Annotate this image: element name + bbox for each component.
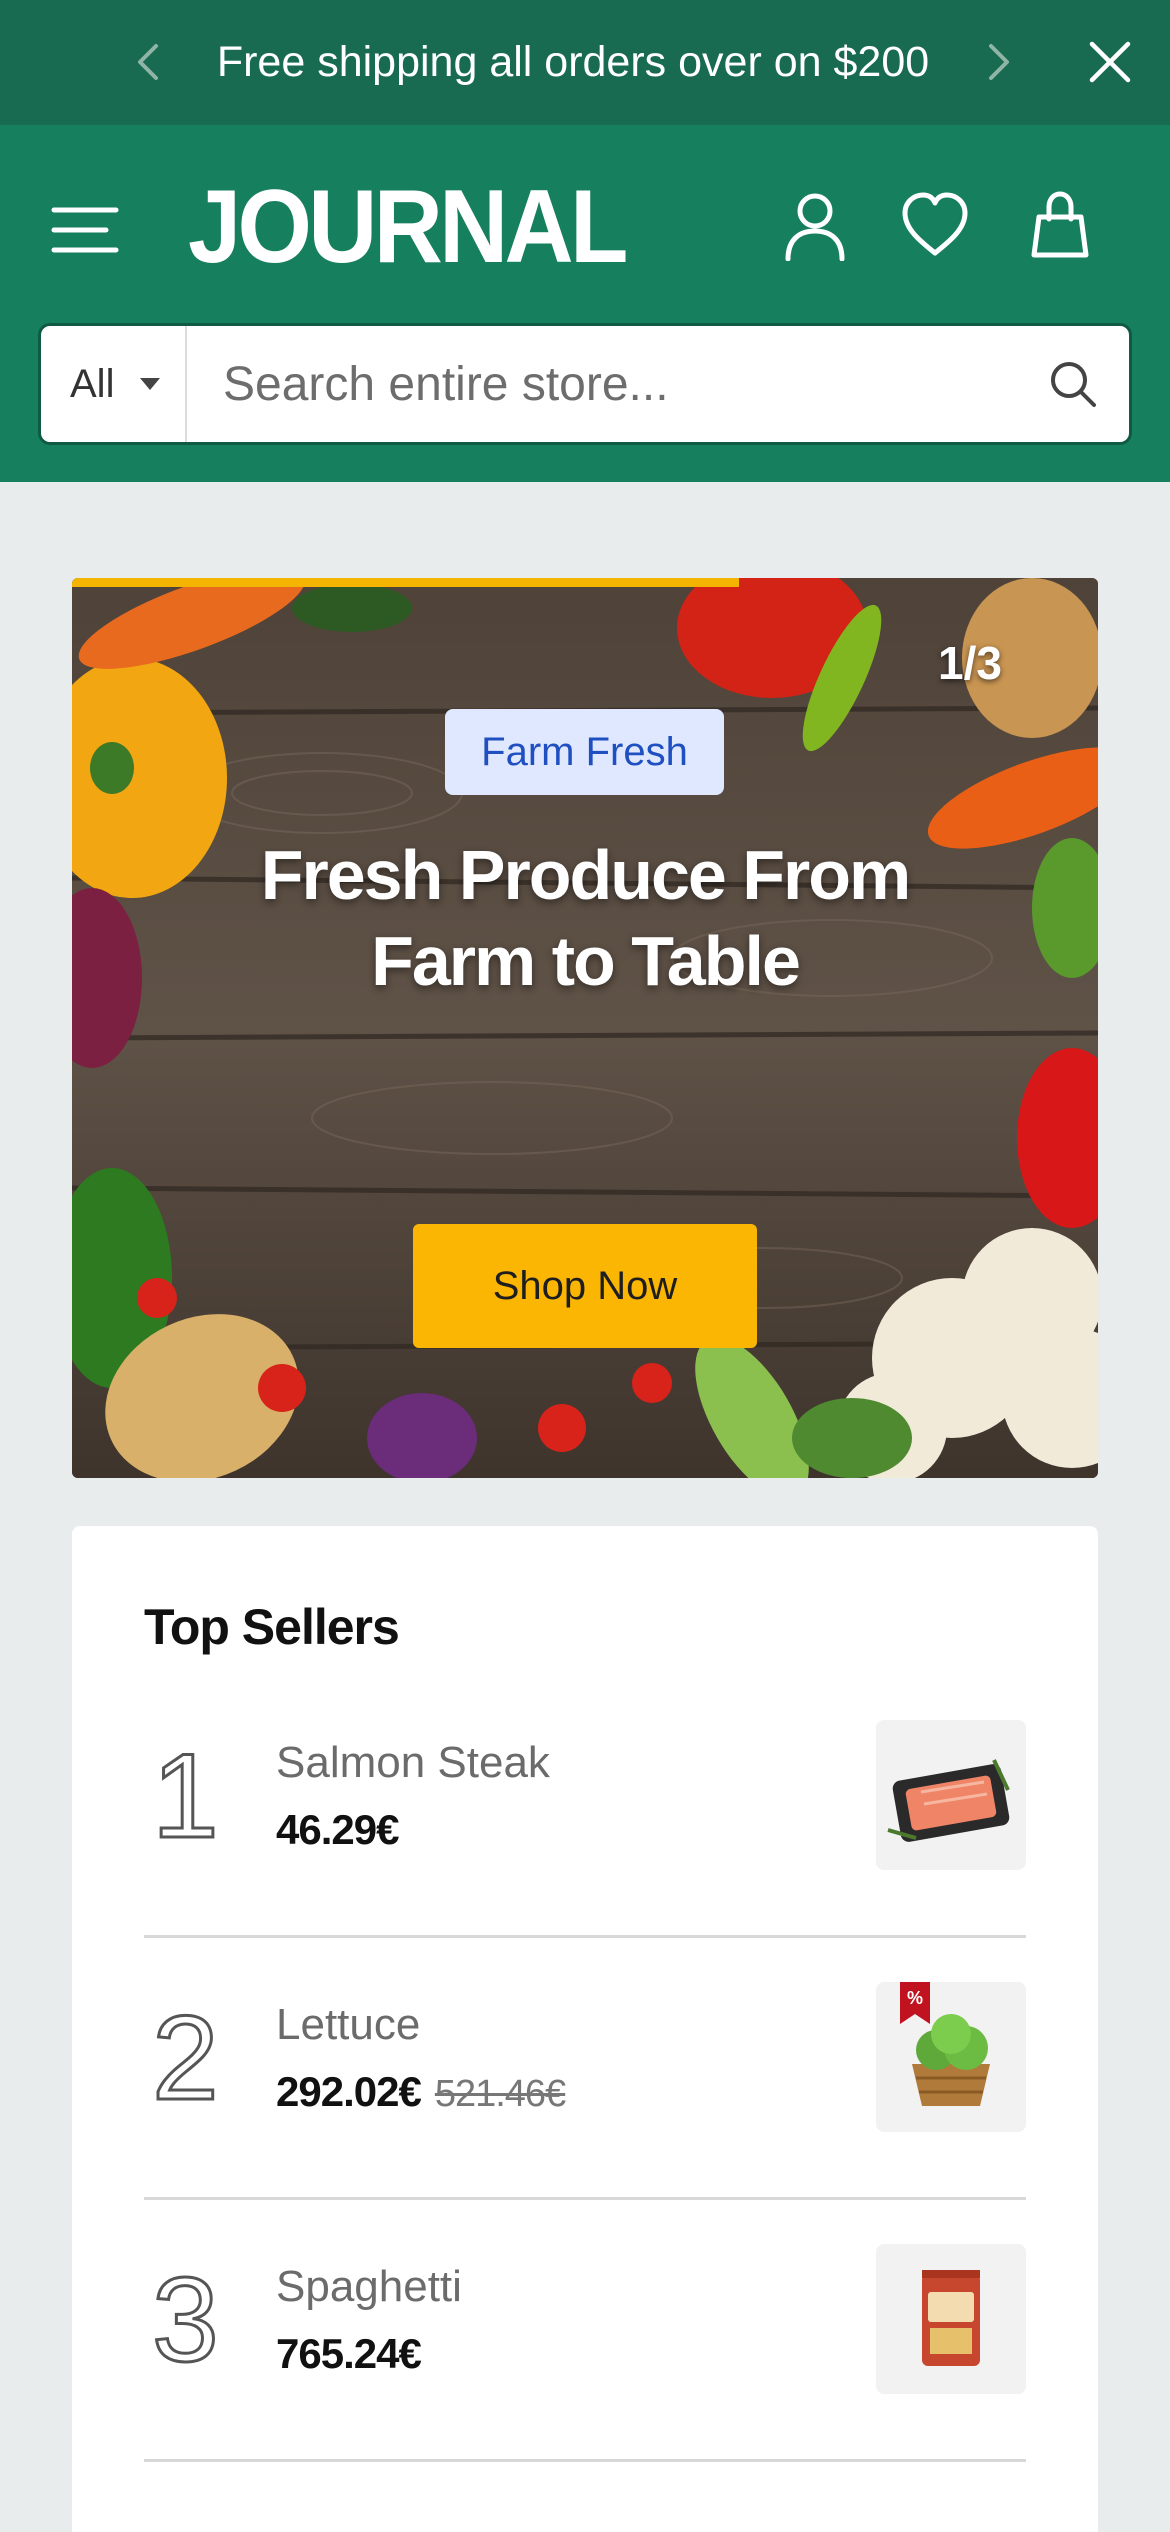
slide-counter: 1/3 [938,637,1002,689]
search-icon[interactable] [1047,358,1099,410]
announcement-bar: Free shipping all orders over on $200 [0,0,1170,125]
slide-progress-bar [72,578,739,587]
search-bar: All [38,323,1132,445]
rank-number: 3 [151,2253,221,2387]
sale-badge: % [900,1982,930,2024]
list-item[interactable]: 1 Salmon Steak 46.29€ [144,1676,1026,1938]
hero-title: Fresh Produce From Farm to Table [260,836,912,1000]
hamburger-icon[interactable] [50,200,120,260]
product-price: 46.29€ [276,1806,399,1854]
search-input[interactable] [223,346,1023,422]
hero-badge: Farm Fresh [445,709,724,795]
heart-icon[interactable] [900,189,970,261]
caret-down-icon [140,378,160,390]
hero-banner[interactable]: 1/3 Farm Fresh Fresh Produce From Farm t… [72,578,1098,1478]
site-header: JOURNAL All [0,125,1170,482]
current-price: 46.29€ [276,1806,399,1853]
category-label: All [70,362,115,406]
product-price: 765.24€ [276,2330,422,2378]
shop-now-button[interactable]: Shop Now [413,1224,757,1348]
product-price: 292.02€ 521.46€ [276,2068,566,2116]
old-price: 521.46€ [434,2073,566,2115]
shopping-bag-icon[interactable] [1025,189,1095,261]
list-item[interactable]: 2 Lettuce 292.02€ 521.46€ % [144,1938,1026,2200]
lettuce-basket-image [912,2014,990,2106]
chevron-right-icon[interactable] [973,38,1021,86]
product-image[interactable]: % [876,1982,1026,2132]
list-item[interactable]: 3 Spaghetti 765.24€ [144,2200,1026,2462]
section-title: Top Sellers [144,1599,400,1655]
product-name[interactable]: Lettuce [276,2000,420,2050]
category-dropdown[interactable]: All [41,326,187,442]
top-sellers-section: Top Sellers 1 Salmon Steak 46.29€ 2 Lett… [72,1526,1098,2532]
product-name[interactable]: Spaghetti [276,2262,462,2312]
current-price: 765.24€ [276,2330,422,2377]
current-price: 292.02€ [276,2068,422,2115]
salmon-steak-image [887,1759,1010,1842]
logo[interactable]: JOURNAL [188,175,628,280]
spaghetti-pack-image [922,2270,980,2366]
sale-badge-label: % [907,1988,923,2008]
product-name[interactable]: Salmon Steak [276,1738,550,1788]
product-image[interactable] [876,2244,1026,2394]
rank-number: 2 [151,1991,221,2125]
divider [144,2459,1026,2462]
product-image[interactable] [876,1720,1026,1870]
user-icon[interactable] [780,189,850,261]
close-icon[interactable] [1084,36,1136,88]
rank-number: 1 [151,1729,221,1863]
